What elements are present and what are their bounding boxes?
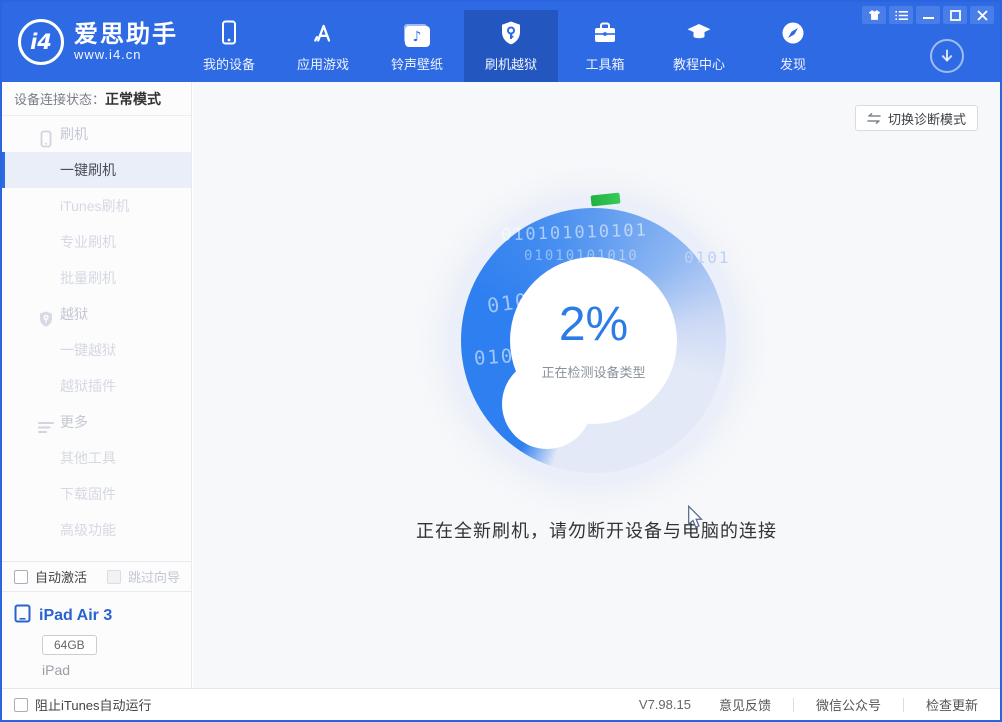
diag-button-label: 切换诊断模式: [888, 109, 966, 128]
sidebar-item-one-click-jailbreak[interactable]: 一键越狱: [2, 332, 191, 368]
toolbox-icon: [591, 19, 619, 47]
auto-activate-label: 自动激活: [35, 567, 87, 586]
block-itunes-label: 阻止iTunes自动运行: [35, 695, 152, 714]
nav-flash-jailbreak[interactable]: 刷机越狱: [464, 10, 558, 82]
sidebar-item-more[interactable]: 更多: [2, 404, 191, 440]
flash-status-message: 正在全新刷机，请勿断开设备与电脑的连接: [193, 517, 1000, 543]
sidebar-item-download-firmware[interactable]: 下载固件: [2, 476, 191, 512]
nav-ringtones-wallpapers[interactable]: ♪ 铃声壁纸: [370, 10, 464, 82]
sidebar-item-label: 越狱: [2, 296, 191, 332]
sidebar-item-label: 一键刷机: [2, 152, 191, 188]
titlebar: i4 爱思助手 www.i4.cn 我的设备 应用游戏 ♪: [2, 2, 1000, 82]
sidebar-item-label: 越狱插件: [2, 368, 191, 404]
binary-texture: 0101: [684, 248, 731, 267]
connection-status-label: 设备连接状态：: [14, 92, 105, 107]
sidebar: 设备连接状态：正常模式 刷机 一键刷机 iTunes刷机 专业刷机 批量刷机: [2, 82, 192, 688]
switch-diagnostic-mode-button[interactable]: 切换诊断模式: [855, 105, 978, 131]
main-content: 切换诊断模式 010101010101 01010101010 0101 010…: [193, 82, 1000, 688]
menu-list-icon[interactable]: [889, 6, 913, 24]
ringtones-wallpapers-icon: ♪: [405, 19, 430, 47]
sidebar-item-jailbreak-plugins[interactable]: 越狱插件: [2, 368, 191, 404]
nav-label: 教程中心: [673, 54, 725, 73]
sidebar-item-label: 专业刷机: [2, 224, 191, 260]
sidebar-item-jailbreak[interactable]: 越狱: [2, 296, 191, 332]
progress-percent: 2%: [559, 301, 628, 349]
close-icon[interactable]: [970, 6, 994, 24]
divider: [903, 698, 904, 712]
nav-my-devices[interactable]: 我的设备: [182, 10, 276, 82]
skip-wizard-label: 跳过向导: [128, 567, 180, 586]
nav-label: 工具箱: [585, 54, 624, 73]
divider: [793, 698, 794, 712]
sidebar-options: 自动激活 跳过向导: [2, 561, 191, 592]
sidebar-item-advanced-features[interactable]: 高级功能: [2, 512, 191, 548]
auto-activate-checkbox[interactable]: 自动激活: [14, 567, 87, 586]
device-capacity-badge: 64GB: [42, 635, 97, 655]
minimize-icon[interactable]: [916, 6, 940, 24]
version-label: V7.98.15: [639, 697, 691, 712]
block-itunes-checkbox[interactable]: 阻止iTunes自动运行: [14, 695, 152, 714]
progress-marker: [591, 193, 621, 207]
mouse-cursor: [687, 505, 703, 534]
app-title: 爱思助手: [74, 21, 178, 49]
sidebar-item-label: 其他工具: [2, 440, 191, 476]
sidebar-item-label: 一键越狱: [2, 332, 191, 368]
sidebar-item-label: iTunes刷机: [2, 188, 191, 224]
progress-stage: 正在检测设备类型: [541, 362, 645, 381]
sidebar-item-pro-flash[interactable]: 专业刷机: [2, 224, 191, 260]
flash-jailbreak-icon: [497, 19, 525, 47]
sidebar-item-flash[interactable]: 刷机: [2, 116, 191, 152]
app-window: i4 爱思助手 www.i4.cn 我的设备 应用游戏 ♪: [0, 0, 1002, 722]
app-url: www.i4.cn: [74, 48, 178, 63]
my-devices-icon: [215, 19, 243, 47]
skip-wizard-checkbox[interactable]: 跳过向导: [107, 567, 180, 586]
sidebar-item-one-click-flash[interactable]: 一键刷机: [2, 152, 191, 188]
sidebar-spacer: [2, 548, 191, 561]
sidebar-item-label: 下载固件: [2, 476, 191, 512]
sidebar-item-itunes-flash[interactable]: iTunes刷机: [2, 188, 191, 224]
download-manager-icon[interactable]: [930, 39, 964, 73]
device-model: iPad: [42, 662, 179, 678]
nav-label: 刷机越狱: [485, 54, 537, 73]
connection-status: 设备连接状态：正常模式: [2, 82, 191, 116]
sidebar-item-label: 刷机: [2, 116, 191, 152]
sidebar-item-label: 高级功能: [2, 512, 191, 548]
check-update-link[interactable]: 检查更新: [926, 695, 978, 714]
maximize-icon[interactable]: [943, 6, 967, 24]
checkbox-icon[interactable]: [14, 570, 28, 584]
discover-icon: [779, 19, 807, 47]
window-controls: [862, 6, 994, 24]
feedback-link[interactable]: 意见反馈: [719, 695, 771, 714]
apps-games-icon: [309, 19, 337, 47]
tablet-icon: [14, 604, 31, 628]
nav-label: 发现: [780, 54, 806, 73]
swap-arrows-icon: [867, 113, 881, 124]
nav-tutorials[interactable]: 教程中心: [652, 10, 746, 82]
sidebar-item-other-tools[interactable]: 其他工具: [2, 440, 191, 476]
nav-toolbox[interactable]: 工具箱: [558, 10, 652, 82]
sidebar-item-batch-flash[interactable]: 批量刷机: [2, 260, 191, 296]
sidebar-menu: 刷机 一键刷机 iTunes刷机 专业刷机 批量刷机 越狱 一键越狱: [2, 116, 191, 548]
nav-apps-games[interactable]: 应用游戏: [276, 10, 370, 82]
i4-logo-icon: i4: [18, 19, 64, 65]
status-bar: 阻止iTunes自动运行 V7.98.15 意见反馈 微信公众号 检查更新: [2, 688, 1000, 720]
wechat-link[interactable]: 微信公众号: [816, 695, 881, 714]
nav-discover[interactable]: 发现: [746, 10, 840, 82]
sidebar-item-label: 更多: [2, 404, 191, 440]
nav-label: 应用游戏: [297, 54, 349, 73]
checkbox-icon[interactable]: [14, 698, 28, 712]
progress-center: 2% 正在检测设备类型: [510, 257, 677, 424]
device-panel[interactable]: iPad Air 3 64GB iPad: [2, 592, 191, 688]
main-nav: 我的设备 应用游戏 ♪ 铃声壁纸 刷机越狱: [182, 10, 840, 82]
tutorials-icon: [685, 19, 713, 47]
app-logo: i4 爱思助手 www.i4.cn: [18, 2, 178, 82]
checkbox-icon: [107, 570, 121, 584]
theme-icon[interactable]: [862, 6, 886, 24]
device-name: iPad Air 3: [39, 607, 112, 625]
connection-status-value: 正常模式: [105, 91, 161, 107]
nav-label: 铃声壁纸: [391, 54, 443, 73]
sidebar-item-label: 批量刷机: [2, 260, 191, 296]
nav-label: 我的设备: [203, 54, 255, 73]
